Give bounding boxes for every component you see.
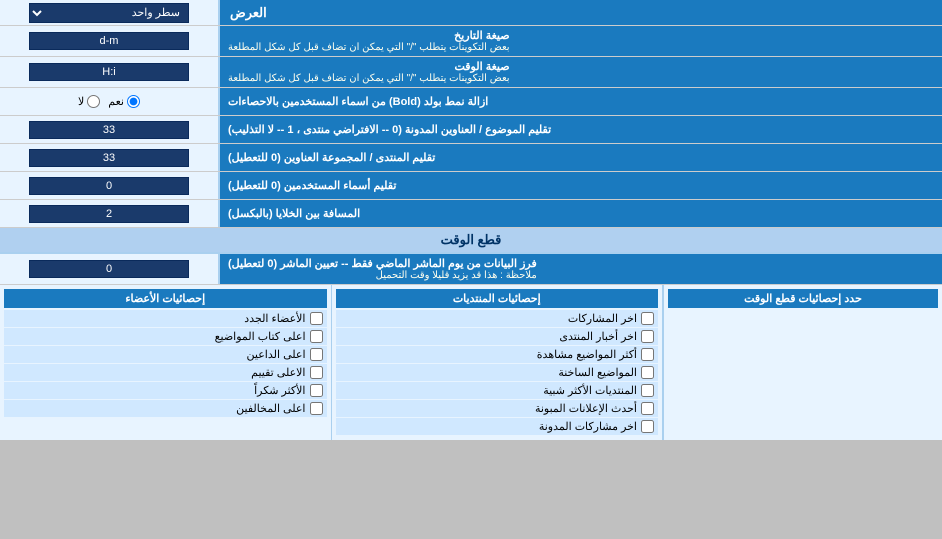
time-cut-title: فرز البيانات من يوم الماشر الماضي فقط --… bbox=[228, 258, 537, 270]
date-format-input[interactable] bbox=[29, 32, 189, 50]
display-select[interactable]: سطر واحد سطرين ثلاثة أسطر bbox=[29, 3, 189, 23]
forum-group-sort-input[interactable] bbox=[29, 149, 189, 167]
topic-sort-input[interactable] bbox=[29, 121, 189, 139]
stat-post-3-checkbox[interactable] bbox=[641, 366, 654, 379]
bold-no-label[interactable]: لا bbox=[78, 95, 100, 108]
stats-posts-title: إحصائيات المنتديات bbox=[336, 289, 659, 308]
section-title: العرض bbox=[230, 5, 267, 21]
bold-yes-radio[interactable] bbox=[127, 95, 140, 108]
list-item: المنتديات الأكثر شبية bbox=[336, 382, 659, 399]
cell-distance-title: المسافة بين الخلايا (بالبكسل) bbox=[228, 207, 360, 220]
stat-member-2-checkbox[interactable] bbox=[310, 348, 323, 361]
time-cut-desc: ملاحظة : هذا قد يزيد قليلا وقت التحميل bbox=[228, 270, 537, 281]
stat-member-1-checkbox[interactable] bbox=[310, 330, 323, 343]
list-item: اعلى الداعين bbox=[4, 346, 327, 363]
cell-distance-input[interactable] bbox=[29, 205, 189, 223]
list-item: الأعضاء الجدد bbox=[4, 310, 327, 327]
username-sort-input[interactable] bbox=[29, 177, 189, 195]
list-item: اخر مشاركات المدونة bbox=[336, 418, 659, 435]
list-item: اعلى كتاب المواضيع bbox=[4, 328, 327, 345]
bold-yes-label[interactable]: نعم bbox=[108, 95, 140, 108]
list-item: أحدث الإعلانات المبونة bbox=[336, 400, 659, 417]
list-item: أكثر المواضيع مشاهدة bbox=[336, 346, 659, 363]
stat-post-1-checkbox[interactable] bbox=[641, 330, 654, 343]
topic-sort-title: تقليم الموضوع / العناوين المدونة (0 -- ا… bbox=[228, 123, 551, 136]
time-format-title: صيغة الوقت bbox=[455, 61, 510, 73]
stat-post-4-checkbox[interactable] bbox=[641, 384, 654, 397]
list-item: اخر أخبار المنتدى bbox=[336, 328, 659, 345]
bold-remove-title: ازالة نمط بولد (Bold) من اسماء المستخدمي… bbox=[228, 96, 488, 108]
username-sort-title: تقليم أسماء المستخدمين (0 للتعطيل) bbox=[228, 179, 396, 192]
time-format-desc: بعض التكوينات يتطلب "/" التي يمكن ان تضا… bbox=[228, 73, 510, 84]
date-format-desc: بعض التكوينات يتطلب "/" التي يمكن ان تضا… bbox=[228, 42, 510, 53]
list-item: المواضيع الساخنة bbox=[336, 364, 659, 381]
date-format-title: صيغة التاريخ bbox=[454, 30, 509, 42]
forum-group-sort-title: تقليم المنتدى / المجموعة العناوين (0 للت… bbox=[228, 151, 435, 164]
stat-member-5-checkbox[interactable] bbox=[310, 402, 323, 415]
time-cut-input[interactable] bbox=[29, 260, 189, 278]
list-item: الاعلى تقييم bbox=[4, 364, 327, 381]
time-cut-header: قطع الوقت bbox=[0, 228, 942, 254]
stat-member-0-checkbox[interactable] bbox=[310, 312, 323, 325]
bold-no-radio[interactable] bbox=[87, 95, 100, 108]
stat-post-5-checkbox[interactable] bbox=[641, 402, 654, 415]
list-item: اعلى المخالفين bbox=[4, 400, 327, 417]
stat-post-6-checkbox[interactable] bbox=[641, 420, 654, 433]
stat-member-4-checkbox[interactable] bbox=[310, 384, 323, 397]
stat-post-0-checkbox[interactable] bbox=[641, 312, 654, 325]
list-item: اخر المشاركات bbox=[336, 310, 659, 327]
time-format-input[interactable] bbox=[29, 63, 189, 81]
list-item: الأكثر شكراً bbox=[4, 382, 327, 399]
stats-members-title: إحصائيات الأعضاء bbox=[4, 289, 327, 308]
stat-member-3-checkbox[interactable] bbox=[310, 366, 323, 379]
stat-post-2-checkbox[interactable] bbox=[641, 348, 654, 361]
stats-limit-title: حدد إحصائيات قطع الوقت bbox=[668, 289, 938, 308]
